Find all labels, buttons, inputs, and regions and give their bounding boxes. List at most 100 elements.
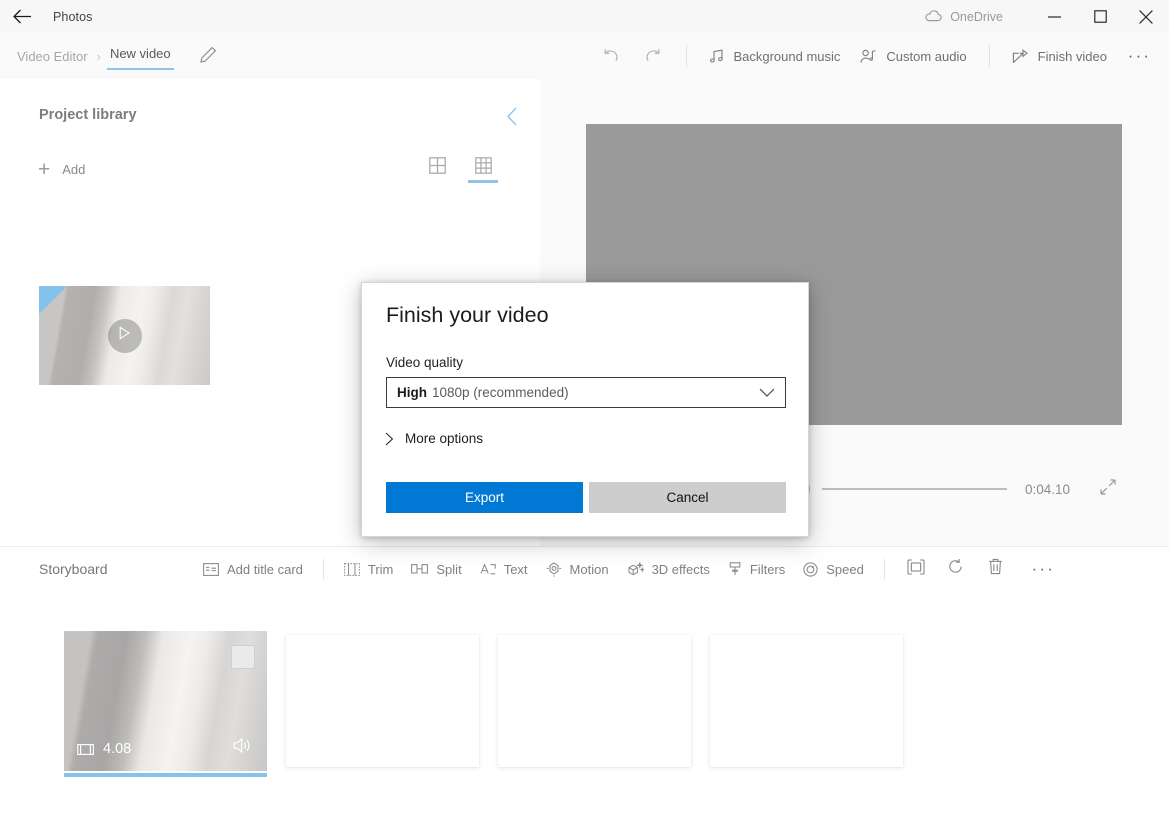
quality-value-strong: High [397,385,427,400]
storyboard-clip[interactable]: 4.08 [64,631,267,777]
chevron-right-icon [385,432,394,446]
breadcrumb: Video Editor › New video [12,43,217,70]
add-media-button[interactable]: + Add [38,159,85,180]
redo-button[interactable] [632,37,674,75]
more-options-label: More options [405,431,484,446]
undo-button[interactable] [590,37,632,75]
storyboard-empty-slot[interactable] [710,635,903,767]
3d-effects-button[interactable]: 3D effects [618,556,719,583]
window-controls [1031,0,1169,33]
trim-button[interactable]: Trim [335,556,403,583]
view-grid-large-button[interactable] [422,157,452,183]
split-icon [411,563,429,575]
maximize-icon [1093,10,1107,23]
clip-select-checkbox[interactable] [231,645,255,669]
close-button[interactable] [1123,0,1169,33]
motion-icon [546,561,562,577]
storyboard-divider-1 [322,558,324,580]
background-music-button[interactable]: Background music [699,42,850,71]
filters-button[interactable]: Filters [719,556,794,583]
clip-duration-label: 4.08 [103,741,132,757]
fullscreen-button[interactable] [1100,478,1116,500]
clip-volume-button[interactable] [233,737,253,759]
aspect-ratio-button[interactable] [896,552,936,586]
library-view-modes [422,157,498,183]
trim-icon [343,562,360,576]
text-button[interactable]: Text [471,556,537,583]
onedrive-status[interactable]: OneDrive [924,10,1003,24]
filters-label: Filters [749,561,786,577]
delete-icon [988,558,1003,580]
grid-2x2-icon [428,157,446,174]
aspect-ratio-icon [907,558,925,580]
custom-audio-label: Custom audio [886,48,967,64]
pencil-icon [199,46,217,66]
title-card-icon [203,562,219,576]
export-button[interactable]: Export [386,482,583,513]
person-audio-icon [860,49,877,64]
dialog-button-row: Export Cancel [386,482,786,513]
maximize-button[interactable] [1077,0,1123,33]
thumbnail-play-button[interactable] [107,318,142,353]
command-divider-2 [988,45,990,67]
speaker-icon [233,737,253,758]
project-library-title: Project library [39,107,137,123]
quality-value-detail: 1080p (recommended) [432,385,569,400]
trim-label: Trim [367,561,394,577]
back-button[interactable] [0,0,44,33]
clip-selected-underline [64,773,267,777]
cloud-icon [924,10,942,23]
preview-timecode: 0:04.10 [1025,481,1071,497]
storyboard-more-button[interactable]: ··· [1022,552,1062,586]
play-icon [118,326,131,345]
app-title: Photos [53,9,93,24]
storyboard-title: Storyboard [39,561,108,577]
selected-corner-marker [39,286,67,314]
filmstrip-icon [77,743,94,756]
video-quality-label: Video quality [386,355,464,370]
split-label: Split [436,561,462,577]
add-media-label: Add [62,162,86,177]
storyboard-empty-slot[interactable] [498,635,691,767]
library-media-thumbnail[interactable] [39,286,210,385]
rename-project-button[interactable] [199,46,217,66]
command-actions: Background music Custom audio Finish vid… [590,37,1159,75]
rotate-button[interactable] [936,552,976,586]
filters-icon [728,562,742,576]
motion-button[interactable]: Motion [537,556,618,583]
undo-icon [602,48,620,64]
split-button[interactable]: Split [402,556,470,583]
finish-video-dialog: Finish your video Video quality High 108… [361,282,809,537]
rotate-icon [947,558,964,580]
delete-button[interactable] [976,552,1016,586]
more-options-toggle[interactable]: More options [385,431,483,446]
more-commands-button[interactable]: ··· [1117,37,1159,75]
collapse-library-button[interactable] [498,105,526,133]
speed-icon [803,561,818,577]
breadcrumb-new-video[interactable]: New video [105,43,176,70]
finish-video-button[interactable]: Finish video [1002,42,1117,71]
storyboard-divider-2 [883,558,885,580]
motion-label: Motion [569,561,609,577]
3d-effects-icon [627,561,644,577]
share-icon [1012,48,1029,64]
speed-button[interactable]: Speed [794,556,873,583]
storyboard-track: 4.08 [0,631,903,777]
custom-audio-button[interactable]: Custom audio [850,42,976,71]
3d-effects-label: 3D effects [651,561,710,577]
chevron-down-icon [759,388,775,398]
breadcrumb-video-editor[interactable]: Video Editor [12,46,93,67]
video-quality-dropdown[interactable]: High 1080p (recommended) [386,377,786,408]
text-label: Text [503,561,528,577]
cancel-button[interactable]: Cancel [589,482,786,513]
seek-slider[interactable] [822,488,1007,490]
clip-duration: 4.08 [77,741,131,757]
storyboard-panel: Storyboard Add title card Trim Split Tex… [0,547,1169,819]
dialog-title: Finish your video [386,303,549,327]
background-music-label: Background music [733,48,841,64]
view-grid-small-button[interactable] [468,157,498,183]
storyboard-empty-slot[interactable] [286,635,479,767]
command-bar: Video Editor › New video Background musi… [0,33,1169,79]
add-title-card-button[interactable]: Add title card [194,556,312,583]
minimize-button[interactable] [1031,0,1077,33]
